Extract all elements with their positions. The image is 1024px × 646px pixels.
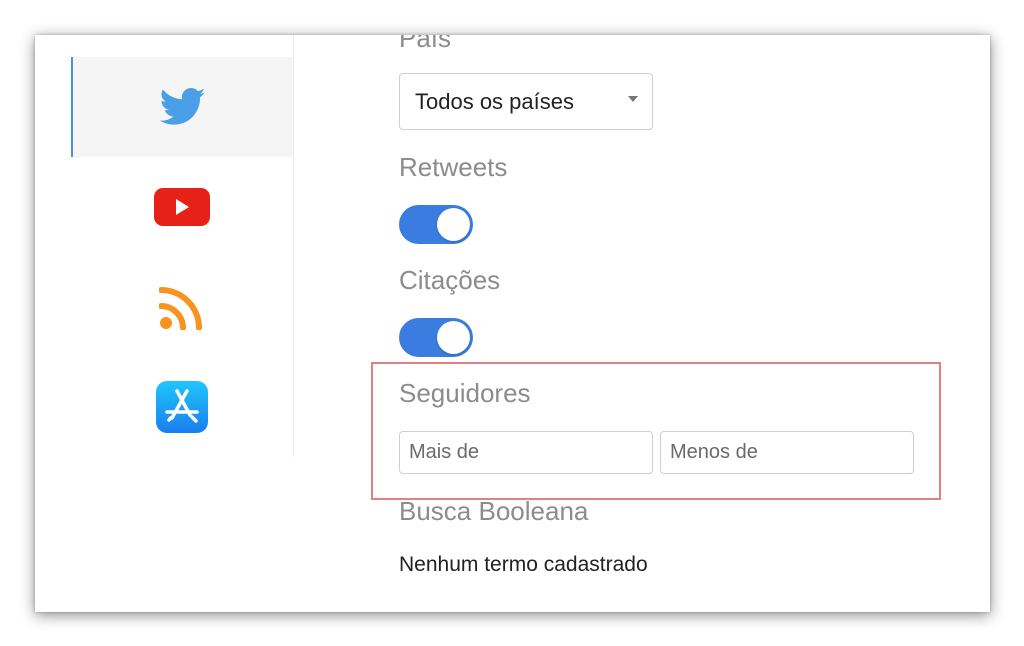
busca-booleana-label: Busca Booleana <box>399 496 589 526</box>
citacoes-label: Citações <box>399 265 501 295</box>
twitter-bird-icon <box>160 88 206 125</box>
rss-feed-icon <box>159 287 202 330</box>
retweets-label: Retweets <box>399 152 508 182</box>
retweets-toggle[interactable] <box>399 205 473 244</box>
toggle-knob <box>437 321 470 354</box>
busca-empty-text: Nenhum termo cadastrado <box>399 553 648 576</box>
seguidores-label: Seguidores <box>399 378 531 408</box>
seguidores-min-input[interactable] <box>399 431 653 474</box>
filter-panel: País Todos os países Retweets Citações S… <box>35 35 990 612</box>
app-store-icon <box>156 381 208 433</box>
sidebar-item-twitter[interactable] <box>71 57 293 157</box>
citacoes-toggle[interactable] <box>399 318 473 357</box>
seguidores-max-input[interactable] <box>660 431 914 474</box>
pais-select[interactable]: Todos os países <box>399 73 653 130</box>
caret-down-icon <box>628 96 638 102</box>
pais-label: País <box>399 35 452 53</box>
source-sidebar <box>35 35 294 457</box>
toggle-knob <box>437 208 470 241</box>
youtube-play-icon <box>154 188 210 226</box>
sidebar-item-rss[interactable] <box>71 257 293 357</box>
sidebar-item-youtube[interactable] <box>71 157 293 257</box>
pais-select-value: Todos os países <box>415 88 574 114</box>
sidebar-item-appstore[interactable] <box>71 357 293 457</box>
